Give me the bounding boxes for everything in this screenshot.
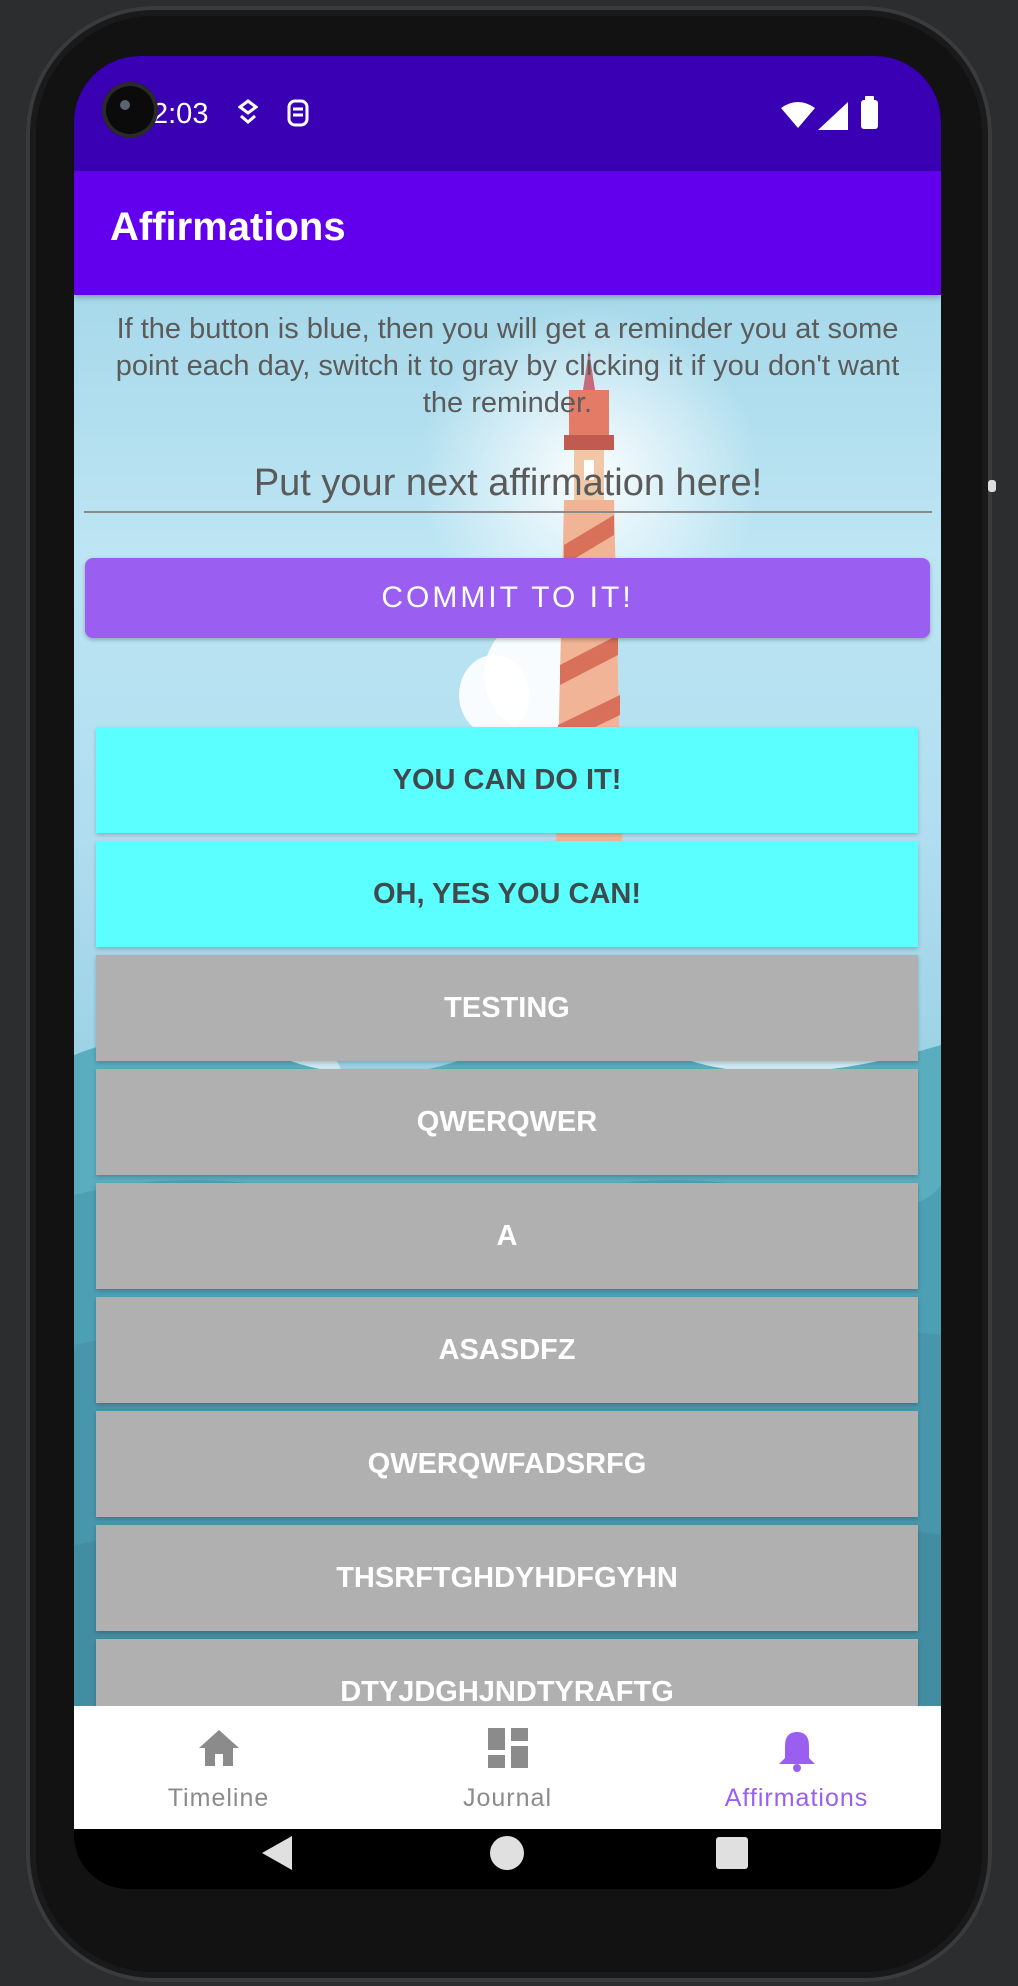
affirmation-button[interactable]: ASASDFZ xyxy=(96,1297,918,1403)
app-bar-background: Affirmations xyxy=(74,171,941,295)
affirmation-button[interactable]: OH, YES YOU CAN! xyxy=(96,841,918,947)
status-bar: 2:03 xyxy=(74,56,941,171)
affirmation-button[interactable]: A xyxy=(96,1183,918,1289)
device-screen: 2:03 If the button is blue, then you wil… xyxy=(74,56,941,1889)
affirmation-button[interactable]: DTYJDGHJNDTYRAFTG xyxy=(96,1639,918,1706)
affirmation-input[interactable] xyxy=(84,455,932,513)
phone-side-button xyxy=(988,480,996,492)
wifi-icon xyxy=(781,102,815,133)
home-icon xyxy=(197,1728,241,1773)
battery-icon xyxy=(861,96,878,129)
nav-item-timeline[interactable]: Timeline xyxy=(74,1706,363,1829)
nav-item-journal[interactable]: Journal xyxy=(363,1706,652,1829)
nav-label-journal: Journal xyxy=(463,1784,552,1812)
bottom-navigation: Timeline Journal Affirmations xyxy=(74,1706,941,1829)
back-icon[interactable] xyxy=(262,1836,294,1875)
affirmations-content: If the button is blue, then you will get… xyxy=(74,295,941,1706)
dashboard-icon xyxy=(487,1728,528,1773)
status-time: 2:03 xyxy=(152,98,209,130)
page-title: Affirmations xyxy=(110,205,346,249)
sim-card-icon xyxy=(287,99,309,134)
usb-debug-icon xyxy=(237,99,259,132)
nav-label-affirmations: Affirmations xyxy=(724,1784,869,1812)
app-bar: Affirmations xyxy=(74,171,941,352)
affirmation-button[interactable]: QWERQWER xyxy=(96,1069,918,1175)
bell-icon xyxy=(777,1728,817,1777)
commit-button[interactable]: COMMIT TO IT! xyxy=(85,558,930,638)
system-navigation-bar xyxy=(74,1829,941,1889)
recents-icon[interactable] xyxy=(716,1837,748,1874)
affirmation-button[interactable]: YOU CAN DO IT! xyxy=(96,727,918,833)
nav-item-affirmations[interactable]: Affirmations xyxy=(652,1706,941,1829)
nav-label-timeline: Timeline xyxy=(167,1784,270,1812)
signal-icon xyxy=(818,102,848,135)
front-camera xyxy=(102,82,158,138)
home-circle-icon[interactable] xyxy=(490,1836,524,1875)
affirmation-button[interactable]: TESTING xyxy=(96,955,918,1061)
affirmation-button[interactable]: QWERQWFADSRFG xyxy=(96,1411,918,1517)
affirmation-button[interactable]: THSRFTGHDYHDFGYHN xyxy=(96,1525,918,1631)
